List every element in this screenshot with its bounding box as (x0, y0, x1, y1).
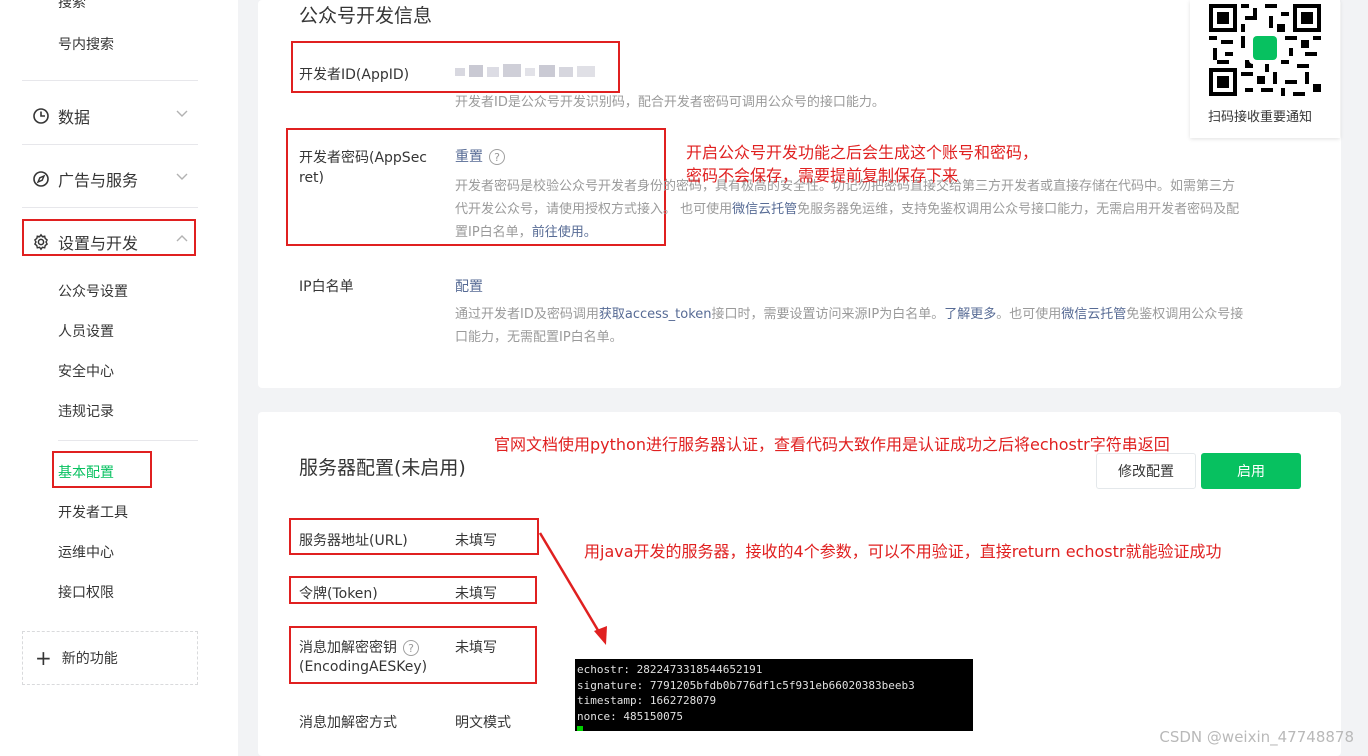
annotation-note: 用java开发的服务器，接收的4个参数，可以不用验证，直接return echo… (584, 542, 1222, 561)
terminal-line: signature: 7791205bfdb0b776df1c5f931eb66… (577, 678, 915, 692)
terminal-line: nonce: 485150075 (577, 709, 683, 723)
text: 免服务器免运维，支持免鉴权调用公众号接口能力，无需启用开发者密码及配 (797, 202, 1240, 217)
new-features-label: 新的功能 (61, 651, 118, 667)
server-config-title: 服务器配置(未启用) (299, 457, 466, 479)
ip-description-line2: 口能力，无需配置IP白名单。 (455, 330, 623, 345)
watermark: CSDN @weixin_47748878 (1159, 728, 1354, 746)
new-features-button[interactable]: + 新的功能 (22, 631, 198, 685)
modify-config-button[interactable]: 修改配置 (1096, 453, 1196, 489)
divider (22, 144, 198, 145)
annotation-box (289, 626, 537, 684)
terminal-line: echostr: 2822473318544652191 (577, 663, 763, 676)
text: 代开发公众号，请使用授权方式接入。 也可使用 (455, 202, 733, 217)
text: 通过开发者ID及密码调用 (455, 307, 599, 322)
sidebar-item-security-center[interactable]: 安全中心 (58, 361, 114, 381)
divider (58, 440, 198, 441)
qr-caption: 扫码接收重要通知 (1208, 110, 1313, 125)
annotation-box (291, 41, 620, 93)
cloud-hosting-link[interactable]: 微信云托管 (732, 202, 797, 217)
go-use-link[interactable]: 前往使用。 (532, 225, 597, 240)
qr-code-image (1209, 4, 1321, 96)
ip-config-link[interactable]: 配置 (455, 276, 483, 296)
sidebar-item-violations[interactable]: 违规记录 (58, 401, 114, 421)
learn-more-link[interactable]: 了解更多 (944, 307, 996, 322)
annotation-box (22, 219, 196, 256)
sidebar-item-search[interactable]: 搜索 (58, 0, 86, 12)
sidebar-item-account-settings[interactable]: 公众号设置 (58, 281, 128, 301)
plus-icon: + (35, 646, 52, 670)
encryption-mode-value: 明文模式 (455, 715, 511, 731)
sidebar-item-dev-tools[interactable]: 开发者工具 (58, 502, 128, 522)
divider (22, 80, 198, 81)
secret-description-line3: 置IP白名单，前往使用。 (455, 221, 597, 244)
secret-description-line2: 代开发公众号，请使用授权方式接入。 也可使用微信云托管免服务器免运维，支持免鉴权… (455, 198, 1239, 221)
cloud-hosting-link[interactable]: 微信云托管 (1061, 307, 1126, 322)
chevron-down-icon[interactable] (174, 168, 190, 184)
ip-description-line1: 通过开发者ID及密码调用获取access_token接口时，需要设置访问来源IP… (455, 303, 1243, 326)
annotation-box (52, 451, 152, 488)
divider (22, 207, 198, 208)
sidebar-item-api-permissions[interactable]: 接口权限 (58, 582, 114, 602)
annotation-note: 密码不会保存，需要提前复制保存下来 (686, 166, 959, 185)
text: 。也可使用 (996, 307, 1062, 322)
text: 免鉴权调用公众号接 (1126, 307, 1244, 322)
sidebar-item-staff-settings[interactable]: 人员设置 (58, 321, 114, 341)
ip-whitelist-label: IP白名单 (299, 279, 354, 295)
terminal-line: timestamp: 1662728079 (577, 694, 717, 707)
text: 置IP白名单， (455, 225, 532, 240)
sidebar-section-ads[interactable]: 广告与服务 (32, 167, 138, 191)
sidebar-item-ops-center[interactable]: 运维中心 (58, 542, 114, 562)
access-token-link[interactable]: 获取access_token (599, 307, 712, 322)
clock-icon (32, 107, 50, 125)
annotation-arrow-icon (538, 532, 607, 645)
terminal-output: echostr: 2822473318544652191 signature: … (575, 659, 973, 731)
text: 接口时，需要设置访问来源IP为白名单。 (711, 307, 945, 322)
chevron-down-icon[interactable] (174, 105, 190, 121)
compass-icon (32, 170, 50, 188)
annotation-note: 开启公众号开发功能之后会生成这个账号和密码， (686, 143, 1039, 162)
annotation-box (289, 576, 537, 604)
annotation-note: 官网文档使用python进行服务器认证，查看代码大致作用是认证成功之后将echo… (494, 435, 1170, 454)
annotation-box (289, 518, 539, 555)
sidebar: 搜索 号内搜索 数据 广告与服务 设置与开发 公众号设置 人员设置 安全中心 违… (0, 0, 238, 756)
enable-button[interactable]: 启用 (1201, 453, 1301, 489)
section-title: 公众号开发信息 (299, 5, 433, 27)
appid-description: 开发者ID是公众号开发识别码，配合开发者密码可调用公众号的接口能力。 (455, 95, 885, 110)
sidebar-section-data[interactable]: 数据 (32, 104, 90, 128)
qr-panel: 扫码接收重要通知 (1190, 0, 1340, 138)
terminal-cursor (577, 726, 583, 731)
sidebar-section-label: 数据 (58, 108, 91, 127)
sidebar-item-account-search[interactable]: 号内搜索 (58, 34, 114, 54)
encryption-mode-label: 消息加解密方式 (299, 715, 397, 731)
sidebar-section-label: 广告与服务 (58, 171, 139, 190)
